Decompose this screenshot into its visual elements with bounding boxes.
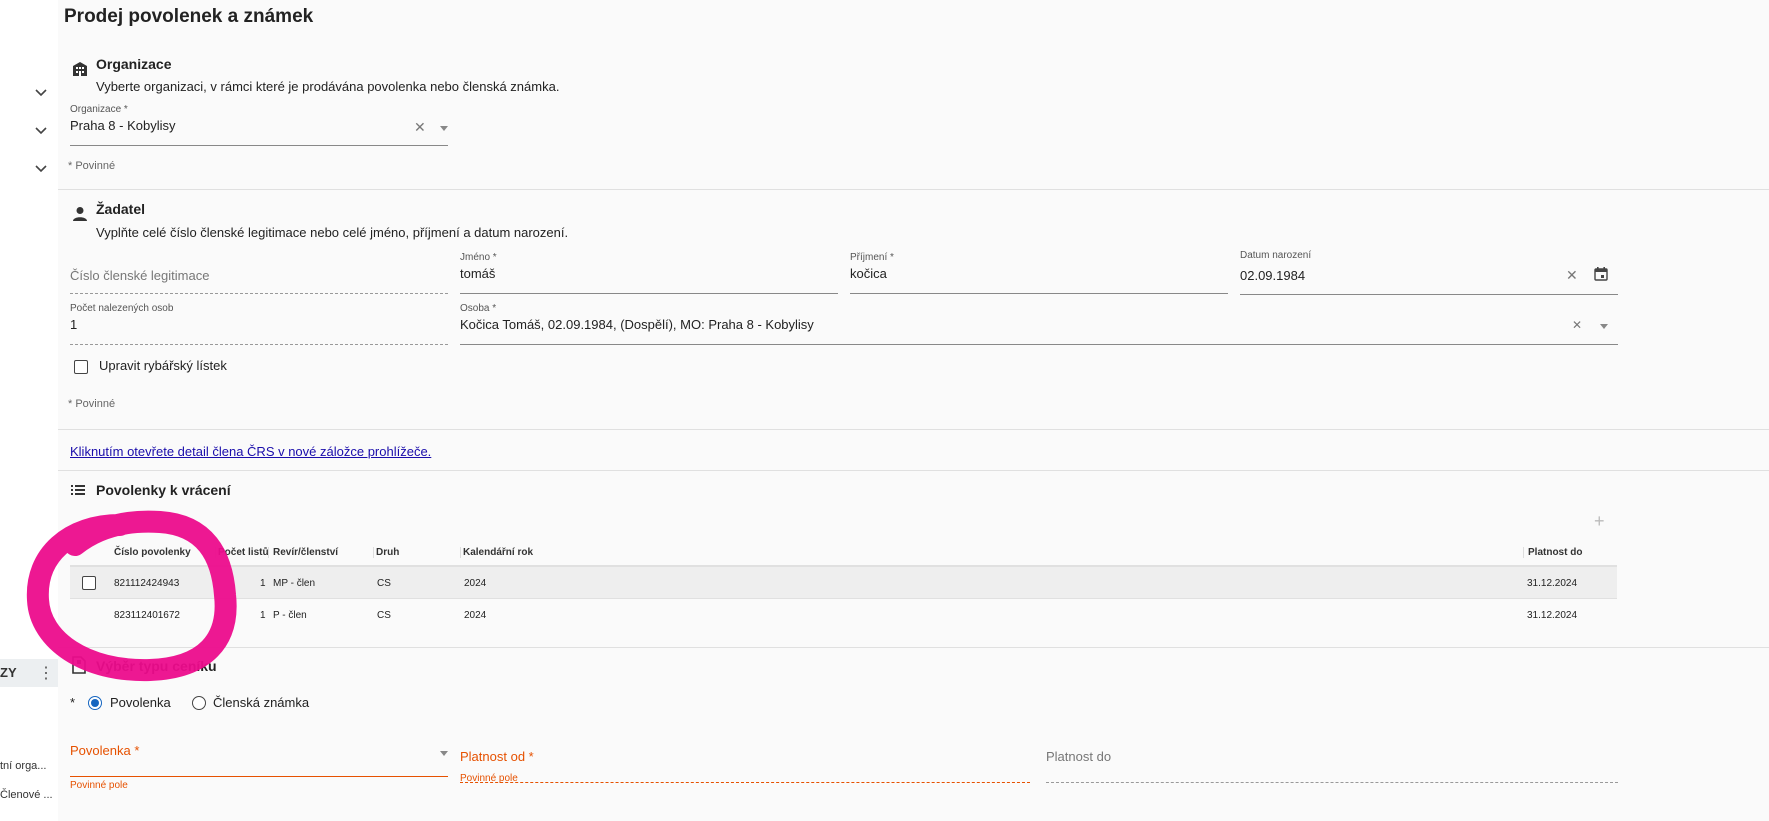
field-value: 1 [70, 317, 78, 332]
error-text: Povinné pole [460, 773, 518, 784]
more-vert-icon[interactable]: ⋮ [38, 663, 54, 683]
table-header: Číslo povolenky Počet listů Revír/členst… [70, 543, 1617, 566]
sidebar-menu-label: ZY [0, 665, 17, 680]
section-description: Vyplňte celé číslo členské legitimace ne… [96, 225, 569, 240]
field-label: Datum narození [1240, 250, 1312, 261]
platnost-od-input[interactable]: Platnost od * [460, 749, 1030, 783]
section-description: Vyberte organizaci, v rámci které je pro… [96, 79, 560, 94]
field-label: Příjmení * [850, 252, 894, 263]
required-note: * Povinné [68, 398, 116, 410]
cell-cislo: 821112424943 [114, 578, 180, 589]
field-value: Kočica Tomáš, 02.09.1984, (Dospělí), MO:… [460, 317, 814, 332]
section-title: Povolenky k vrácení [96, 482, 231, 498]
calendar-icon[interactable] [1594, 267, 1608, 281]
dropdown-arrow-icon[interactable] [440, 751, 448, 756]
clear-icon[interactable]: ✕ [1572, 318, 1582, 332]
field-label: Počet nalezených osob [70, 303, 174, 314]
cell-platnost: 31.12.2024 [1527, 610, 1578, 621]
clear-icon[interactable]: ✕ [1566, 267, 1578, 284]
chevron-down-icon[interactable] [33, 160, 49, 176]
cell-pocet: 1 [260, 610, 266, 621]
chevron-down-icon[interactable] [33, 122, 49, 138]
person-icon [73, 207, 87, 221]
column-header[interactable]: Kalendářní rok [460, 547, 533, 558]
cislo-legitimace-input[interactable]: Číslo členské legitimace [70, 252, 448, 294]
field-value: tomáš [460, 266, 496, 281]
table-row[interactable]: 821112424943 1 MP - člen CS 2024 31.12.2… [70, 566, 1617, 599]
field-value: 02.09.1984 [1240, 268, 1306, 283]
dropdown-arrow-icon[interactable] [1600, 324, 1608, 329]
column-header[interactable]: Číslo povolenky [114, 547, 191, 558]
field-value: kočica [850, 266, 887, 281]
chevron-down-icon[interactable] [33, 84, 49, 100]
cenik-section: Výběr typu ceníku * Povolenka Členská zn… [58, 647, 1769, 821]
radio-clenska-znamka[interactable] [192, 696, 206, 710]
column-header[interactable]: Počet listů [215, 547, 269, 558]
sidebar-item[interactable]: Členové ... [0, 789, 53, 801]
povolenka-select[interactable]: Povolenka * [70, 743, 448, 777]
section-title: Organizace [96, 56, 172, 72]
clear-icon[interactable]: ✕ [414, 119, 426, 136]
field-placeholder: Číslo členské legitimace [70, 268, 210, 283]
cell-revir: P - člen [273, 610, 307, 621]
cell-rok: 2024 [464, 578, 487, 589]
upravit-listek-checkbox[interactable] [74, 360, 88, 374]
sidebar-menu-row[interactable]: ZY ⋮ [0, 659, 58, 687]
cell-cislo: 823112401672 [114, 610, 180, 621]
field-label: Povolenka * [70, 743, 140, 758]
required-asterisk: * [70, 695, 76, 710]
cell-druh: CS [377, 610, 391, 621]
link-section: Kliknutím otevřete detail člena ČRS v no… [58, 429, 1769, 471]
section-title: Žadatel [96, 201, 146, 217]
checkbox-label: Upravit rybářský lístek [99, 358, 227, 373]
sidebar-item[interactable]: tní orga... [0, 760, 46, 772]
cell-druh: CS [377, 578, 391, 589]
column-header[interactable]: Platnost do [1523, 547, 1582, 558]
radio-povolenka[interactable] [88, 696, 102, 710]
add-icon[interactable]: + [1594, 511, 1605, 532]
sidebar: ZY ⋮ tní orga... Členové ... [0, 0, 59, 820]
required-note: * Povinné [68, 160, 116, 172]
building-icon [73, 62, 87, 76]
list-icon [71, 485, 85, 495]
pocet-osob-field: Počet nalezených osob 1 [70, 303, 448, 345]
field-label: Platnost od * [460, 749, 534, 764]
member-detail-link[interactable]: Kliknutím otevřete detail člena ČRS v no… [70, 444, 431, 459]
page-title: Prodej povolenek a známek [64, 6, 314, 27]
column-header[interactable]: Revír/členství [268, 547, 338, 558]
osoba-select[interactable]: Osoba * Kočica Tomáš, 02.09.1984, (Dospě… [460, 303, 1618, 345]
zadatel-section: Žadatel Vyplňte celé číslo členské legit… [58, 189, 1769, 430]
section-title: Výběr typu ceníku [96, 658, 217, 674]
document-icon [72, 656, 86, 674]
radio-label: Členská známka [213, 695, 310, 710]
field-value: Praha 8 - Kobylisy [70, 118, 176, 133]
row-checkbox[interactable] [82, 576, 96, 590]
radio-label: Povolenka [110, 695, 171, 710]
error-text: Povinné pole [70, 780, 128, 791]
platnost-do-input: Platnost do [1046, 749, 1618, 783]
cell-platnost: 31.12.2024 [1527, 578, 1578, 589]
povolenky-section: Povolenky k vrácení + Číslo povolenky Po… [58, 470, 1769, 648]
field-label: Jméno * [460, 252, 497, 263]
prijmeni-input[interactable]: Příjmení * kočica [850, 252, 1228, 294]
cell-pocet: 1 [260, 578, 266, 589]
jmeno-input[interactable]: Jméno * tomáš [460, 252, 838, 294]
cell-revir: MP - člen [273, 578, 316, 589]
povolenky-table: Číslo povolenky Počet listů Revír/členst… [70, 543, 1617, 643]
table-row[interactable]: 823112401672 1 P - člen CS 2024 31.12.20… [70, 598, 1617, 631]
field-label: Organizace * [70, 104, 128, 115]
organizace-select[interactable]: Organizace * Praha 8 - Kobylisy ✕ [70, 104, 448, 146]
field-placeholder: Platnost do [1046, 749, 1112, 764]
organizace-section: Organizace Vyberte organizaci, v rámci k… [58, 46, 1769, 189]
cell-rok: 2024 [464, 610, 487, 621]
main-content: Prodej povolenek a známek Organizace Vyb… [58, 0, 1769, 821]
dropdown-arrow-icon[interactable] [440, 126, 448, 131]
datum-narozeni-input[interactable]: Datum narození 02.09.1984 ✕ [1240, 250, 1618, 295]
field-label: Osoba * [460, 303, 497, 314]
column-header[interactable]: Druh [373, 547, 399, 558]
